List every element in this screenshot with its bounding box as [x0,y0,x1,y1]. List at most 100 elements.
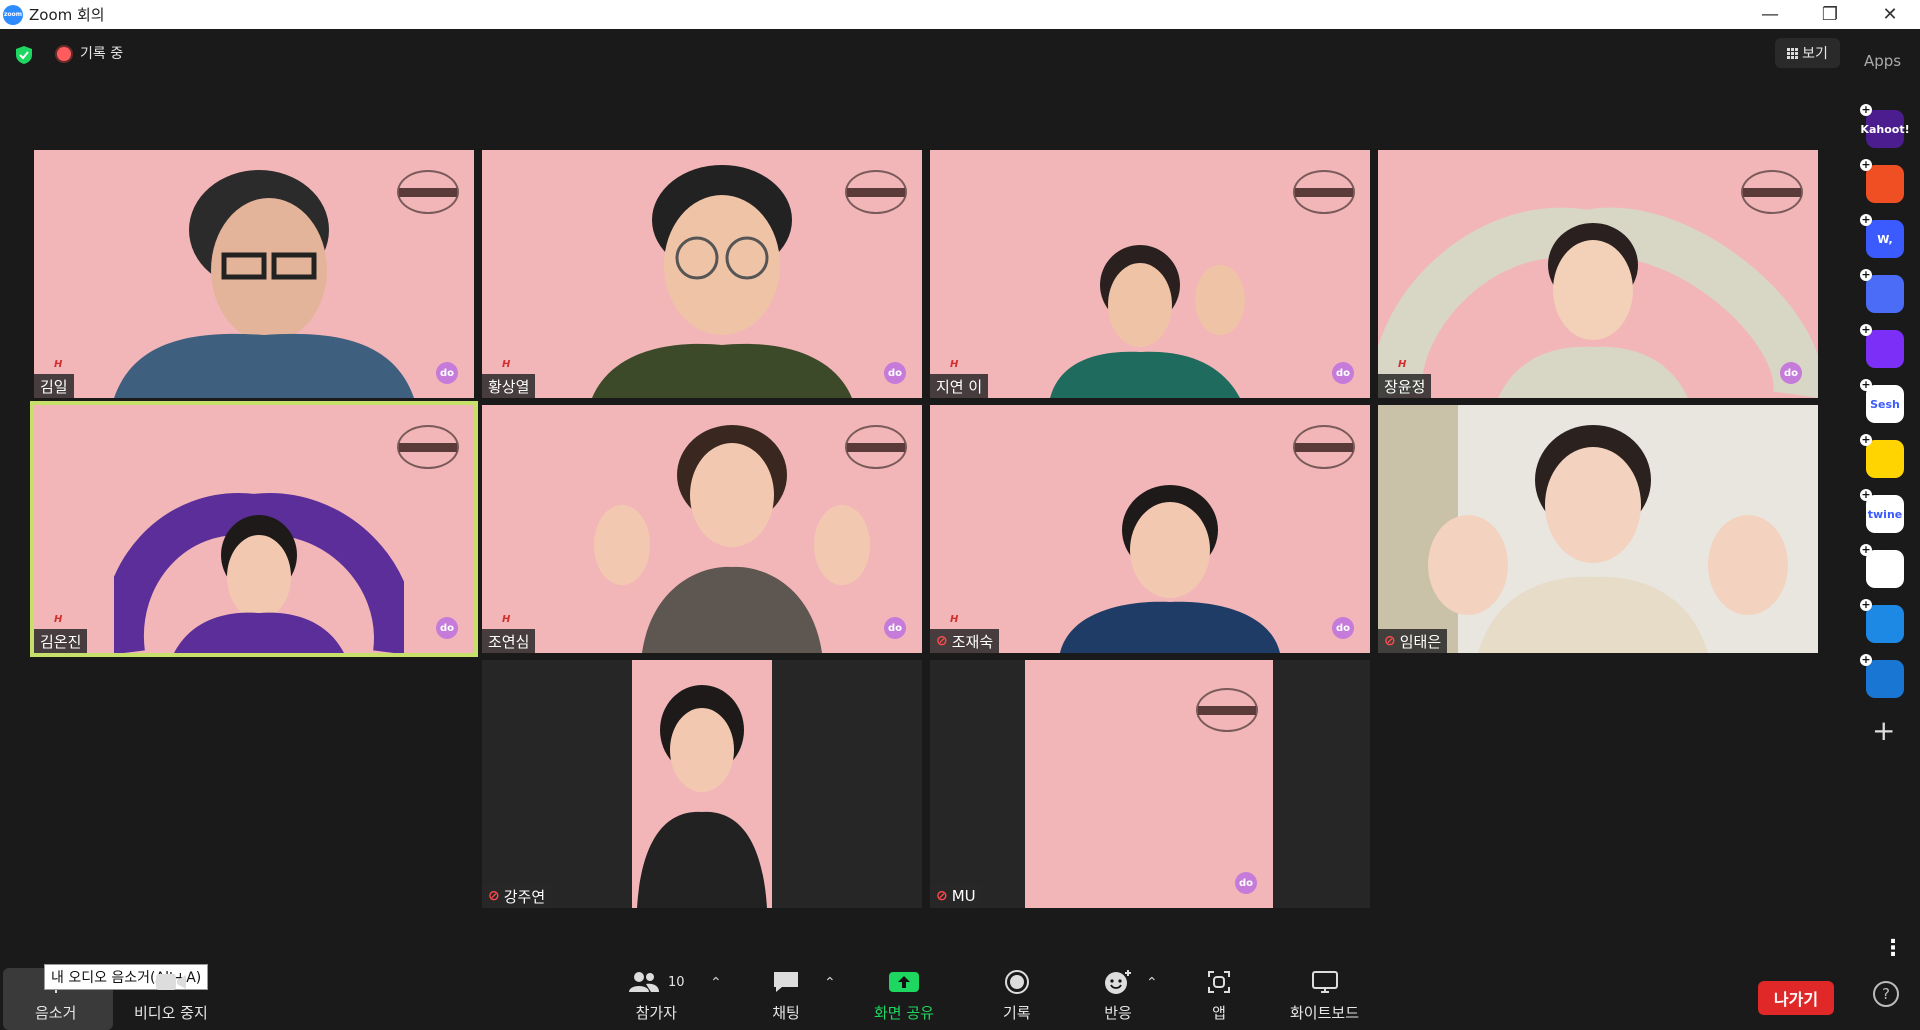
leave-button[interactable]: 나가기 [1758,981,1834,1015]
add-app-badge-icon: + [1860,433,1872,446]
participant-video [114,170,414,398]
record-icon [1004,968,1030,996]
record-label: 기록 [1003,1004,1031,1022]
add-app-badge-icon: + [1860,653,1872,666]
muted-mic-icon: ⊘ [488,888,500,904]
add-app-badge-icon: + [1860,103,1872,116]
sesh-icon[interactable]: + Sesh [1860,379,1904,423]
app-label: Sesh [1870,397,1900,411]
recording-indicator-icon [57,47,71,61]
window-title: Zoom 회의 [29,6,105,24]
video-camera-icon [155,968,187,996]
red-logo-mark: H [950,359,959,370]
participant-video-frame: do [1025,660,1273,908]
video-tile[interactable]: ⊘ 임태은 [1378,405,1818,653]
wooclap-icon[interactable]: + W, [1860,214,1904,258]
video-tile[interactable]: H 김일 do [34,150,474,398]
academy-logo-icon [1196,688,1258,732]
twine-icon[interactable]: + twine [1860,489,1904,533]
close-icon[interactable]: ✕ [1860,0,1920,29]
smiley-icon [1104,968,1132,996]
video-tile[interactable]: H 장윤정 do [1378,150,1818,398]
muted-mic-icon: ⊘ [936,633,948,649]
video-tile[interactable]: H 지연 이 do [930,150,1370,398]
participant-name-tag: ⊘ 조재숙 [930,629,1000,653]
participant-name-tag: 김일 [34,374,74,398]
participants-button[interactable]: 10 참가자 [628,968,685,1023]
apps-label: 앱 [1212,1004,1226,1022]
participants-count: 10 [668,974,685,990]
help-icon[interactable]: ? [1873,981,1899,1007]
emoji-app-icon[interactable]: + [1860,434,1904,478]
add-app-badge-icon: + [1860,598,1872,611]
apps-icon [1207,968,1231,996]
red-logo-mark: H [54,359,63,370]
add-app-badge-icon: + [1860,323,1872,336]
orange-app-icon[interactable]: + [1860,159,1904,203]
video-tile[interactable]: H 황상열 do [482,150,922,398]
add-app-badge-icon: + [1860,378,1872,391]
chat-options-chevron-up-icon[interactable]: ⌃ [824,975,836,991]
reactions-options-chevron-up-icon[interactable]: ⌃ [1146,975,1158,991]
blue-e-app-icon[interactable]: + [1860,654,1904,698]
academy-logo-icon [1293,425,1355,469]
colorful-grid-app-icon[interactable]: + [1860,544,1904,588]
do-badge-icon: do [1332,362,1354,384]
add-app-badge-icon: + [1860,158,1872,171]
do-badge-icon: do [1332,617,1354,639]
view-label: 보기 [1802,46,1828,62]
video-tile[interactable]: do ⊘ MU [930,660,1370,908]
participant-video [1378,405,1788,653]
sync-app-icon[interactable]: + [1860,599,1904,643]
recording-label: 기록 중 [80,46,124,62]
add-app-badge-icon: + [1860,213,1872,226]
participant-video [592,165,852,398]
reactions-label: 반응 [1104,1004,1132,1022]
share-screen-label: 화면 공유 [874,1004,934,1022]
participant-name-tag: 지연 이 [930,374,989,398]
participant-name-tag: 장윤정 [1378,374,1432,398]
participants-label: 참가자 [635,1004,677,1022]
title-bar: zoom Zoom 회의 — ❐ ✕ [0,0,1920,29]
grid-icon [1787,47,1799,59]
security-shield-icon[interactable] [15,45,33,65]
minimize-icon[interactable]: — [1740,0,1800,29]
more-options-icon[interactable]: ⋮ [1882,938,1904,960]
record-button[interactable]: 기록 [1003,968,1031,1023]
video-tile[interactable]: H 조연심 do [482,405,922,653]
do-badge-icon: do [884,362,906,384]
blue-circle-app-icon[interactable]: + [1860,269,1904,313]
share-screen-button[interactable]: 화면 공유 [874,968,934,1023]
chat-button[interactable]: 채팅 [772,968,800,1023]
participants-options-chevron-up-icon[interactable]: ⌃ [710,975,722,991]
whiteboard-button[interactable]: 화이트보드 [1290,968,1359,1023]
red-logo-mark: H [502,359,511,370]
purple-stripes-app-icon[interactable]: + [1860,324,1904,368]
do-badge-icon: do [1235,872,1257,894]
kahoot-icon[interactable]: + Kahoot! [1860,104,1910,148]
participant-video [594,425,870,653]
participant-video [1378,207,1818,398]
participant-name-tag: ⊘ MU [930,884,982,908]
participant-video [1060,485,1280,653]
do-badge-icon: do [1780,362,1802,384]
apps-button[interactable]: 앱 [1207,968,1231,1023]
app-label: Kahoot! [1860,122,1910,136]
video-tile[interactable]: H ⊘ 조재숙 do [930,405,1370,653]
video-tile[interactable]: ⊘ 강주연 [482,660,922,908]
add-app-plus-icon[interactable]: + [1872,717,1895,745]
participant-video [114,493,404,653]
mute-label: 음소거 [35,1004,77,1022]
academy-logo-icon [1293,170,1355,214]
stop-video-label: 비디오 중지 [134,1004,208,1022]
stop-video-button[interactable]: 비디오 중지 [134,968,208,1023]
chat-icon [772,968,800,996]
reactions-button[interactable]: 반응 [1104,968,1132,1023]
zoom-logo-icon: zoom [3,4,23,25]
add-app-badge-icon: + [1860,543,1872,556]
red-logo-mark: H [54,614,63,625]
view-button[interactable]: 보기 [1775,38,1840,68]
restore-icon[interactable]: ❐ [1800,0,1860,29]
video-tile-active-speaker[interactable]: H 김온진 do [30,401,478,657]
app-label: twine [1867,507,1903,521]
